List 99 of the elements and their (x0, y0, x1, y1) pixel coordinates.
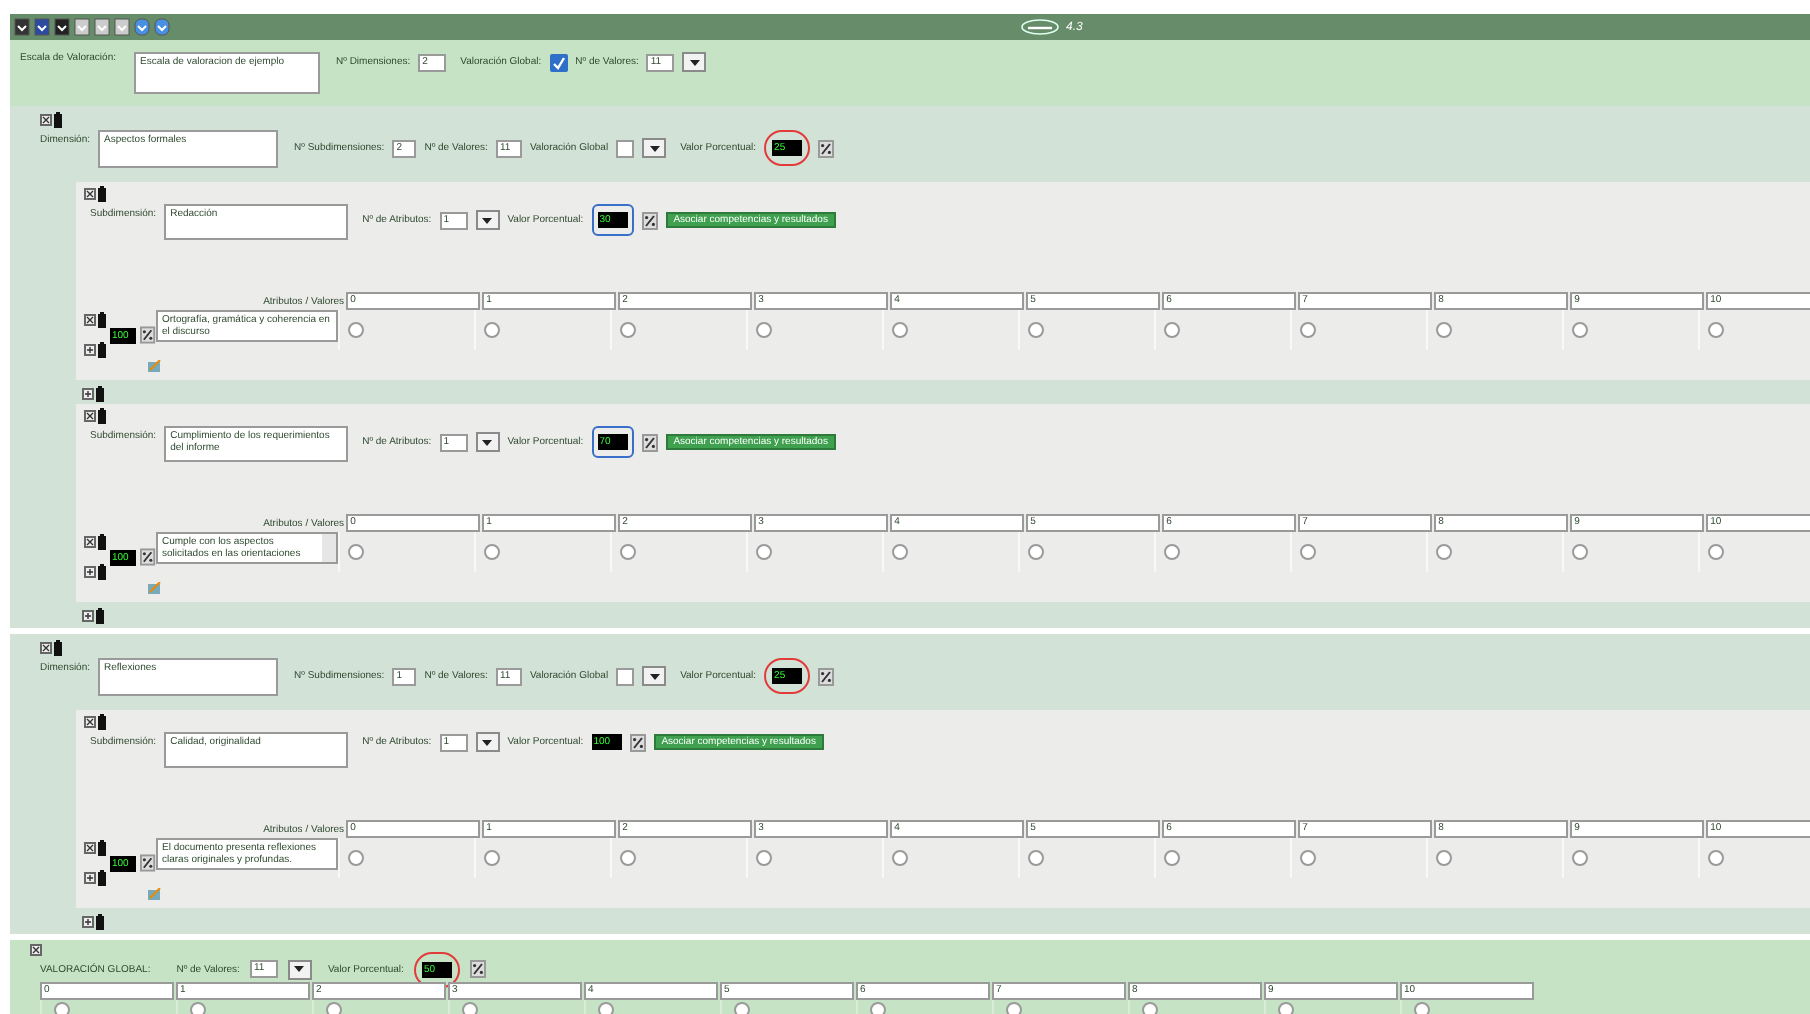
radio-button[interactable] (347, 322, 364, 338)
radio-button[interactable] (190, 1002, 206, 1014)
radio-button[interactable] (598, 1002, 614, 1014)
bin-icon[interactable] (98, 714, 106, 730)
radio-button[interactable] (1571, 544, 1588, 560)
expand-icon[interactable] (84, 872, 96, 884)
percent-icon[interactable] (140, 548, 156, 566)
expand-icon[interactable] (82, 610, 94, 622)
radio-button[interactable] (619, 850, 636, 866)
radio-button[interactable] (54, 1002, 70, 1014)
caret-icon (482, 439, 493, 445)
bin-icon[interactable] (98, 870, 106, 886)
radio-button[interactable] (734, 1002, 750, 1014)
expand-icon[interactable] (82, 916, 94, 928)
radio-button[interactable] (326, 1002, 342, 1014)
bin-icon[interactable] (54, 112, 62, 128)
radio-button[interactable] (1142, 1002, 1158, 1014)
radio-button[interactable] (891, 850, 908, 866)
dropdown-button[interactable] (475, 732, 500, 752)
collapse-icon[interactable] (84, 842, 96, 854)
dropdown-button[interactable] (475, 210, 500, 230)
collapse-icon[interactable] (30, 944, 42, 956)
radio-button[interactable] (1707, 322, 1724, 338)
radio-button[interactable] (870, 1002, 886, 1014)
bin-icon[interactable] (98, 186, 106, 202)
caret-icon (649, 145, 660, 151)
percent-icon[interactable] (818, 139, 835, 157)
radio-button[interactable] (1027, 850, 1044, 866)
collapse-icon[interactable] (84, 314, 96, 326)
caret-icon (649, 673, 660, 679)
radio-button[interactable] (619, 544, 636, 560)
radio-button[interactable] (755, 850, 772, 866)
checkbox[interactable] (616, 139, 635, 157)
radio-button[interactable] (1571, 850, 1588, 866)
dropdown-button[interactable] (287, 959, 312, 979)
dropdown-button[interactable] (475, 432, 500, 452)
radio-button[interactable] (483, 544, 500, 560)
radio-button[interactable] (1299, 322, 1316, 338)
dropdown-button[interactable] (682, 52, 707, 72)
bin-icon[interactable] (98, 534, 106, 550)
radio-button[interactable] (1571, 322, 1588, 338)
expand-icon[interactable] (82, 388, 94, 400)
radio-button[interactable] (1163, 544, 1180, 560)
bin-icon[interactable] (98, 408, 106, 424)
collapse-icon[interactable] (40, 642, 52, 654)
percent-icon[interactable] (641, 433, 658, 451)
radio-button[interactable] (891, 322, 908, 338)
radio-button[interactable] (1707, 850, 1724, 866)
radio-button[interactable] (1027, 322, 1044, 338)
radio-button[interactable] (347, 850, 364, 866)
radio-button[interactable] (755, 322, 772, 338)
radio-button[interactable] (891, 544, 908, 560)
expand-icon[interactable] (84, 566, 96, 578)
caret-icon (482, 739, 493, 745)
radio-button[interactable] (1435, 322, 1452, 338)
percent-icon[interactable] (818, 667, 835, 685)
bin-icon[interactable] (96, 386, 104, 402)
caret-icon (482, 217, 493, 223)
percent-icon[interactable] (140, 854, 156, 872)
radio-button[interactable] (1027, 544, 1044, 560)
bin-icon[interactable] (98, 840, 106, 856)
checkbox[interactable] (616, 667, 635, 685)
bin-icon[interactable] (98, 312, 106, 328)
dropdown-button[interactable] (642, 138, 667, 158)
bin-icon[interactable] (96, 914, 104, 930)
bin-icon[interactable] (98, 564, 106, 580)
caret-icon (294, 966, 305, 972)
collapse-icon[interactable] (40, 114, 52, 126)
percent-icon[interactable] (641, 211, 658, 229)
radio-button[interactable] (483, 850, 500, 866)
radio-button[interactable] (1707, 544, 1724, 560)
radio-button[interactable] (619, 322, 636, 338)
bin-icon[interactable] (98, 342, 106, 358)
radio-button[interactable] (1278, 1002, 1294, 1014)
radio-button[interactable] (1435, 544, 1452, 560)
radio-button[interactable] (1299, 850, 1316, 866)
percent-icon[interactable] (469, 960, 486, 978)
percent-icon[interactable] (629, 733, 646, 751)
radio-button[interactable] (1299, 544, 1316, 560)
collapse-icon[interactable] (84, 716, 96, 728)
collapse-icon[interactable] (84, 410, 96, 422)
collapse-icon[interactable] (84, 188, 96, 200)
percent-icon[interactable] (140, 326, 156, 344)
radio-button[interactable] (1435, 850, 1452, 866)
radio-button[interactable] (462, 1002, 478, 1014)
logo-icon (1020, 18, 1060, 36)
radio-button[interactable] (1414, 1002, 1430, 1014)
expand-icon[interactable] (84, 344, 96, 356)
radio-button[interactable] (755, 544, 772, 560)
radio-button[interactable] (1163, 850, 1180, 866)
collapse-icon[interactable] (84, 536, 96, 548)
radio-button[interactable] (347, 544, 364, 560)
radio-button[interactable] (1163, 322, 1180, 338)
radio-button[interactable] (483, 322, 500, 338)
dropdown-button[interactable] (642, 666, 667, 686)
radio-button[interactable] (1006, 1002, 1022, 1014)
bin-icon[interactable] (54, 640, 62, 656)
caret-icon (689, 59, 700, 65)
bin-icon[interactable] (96, 608, 104, 624)
